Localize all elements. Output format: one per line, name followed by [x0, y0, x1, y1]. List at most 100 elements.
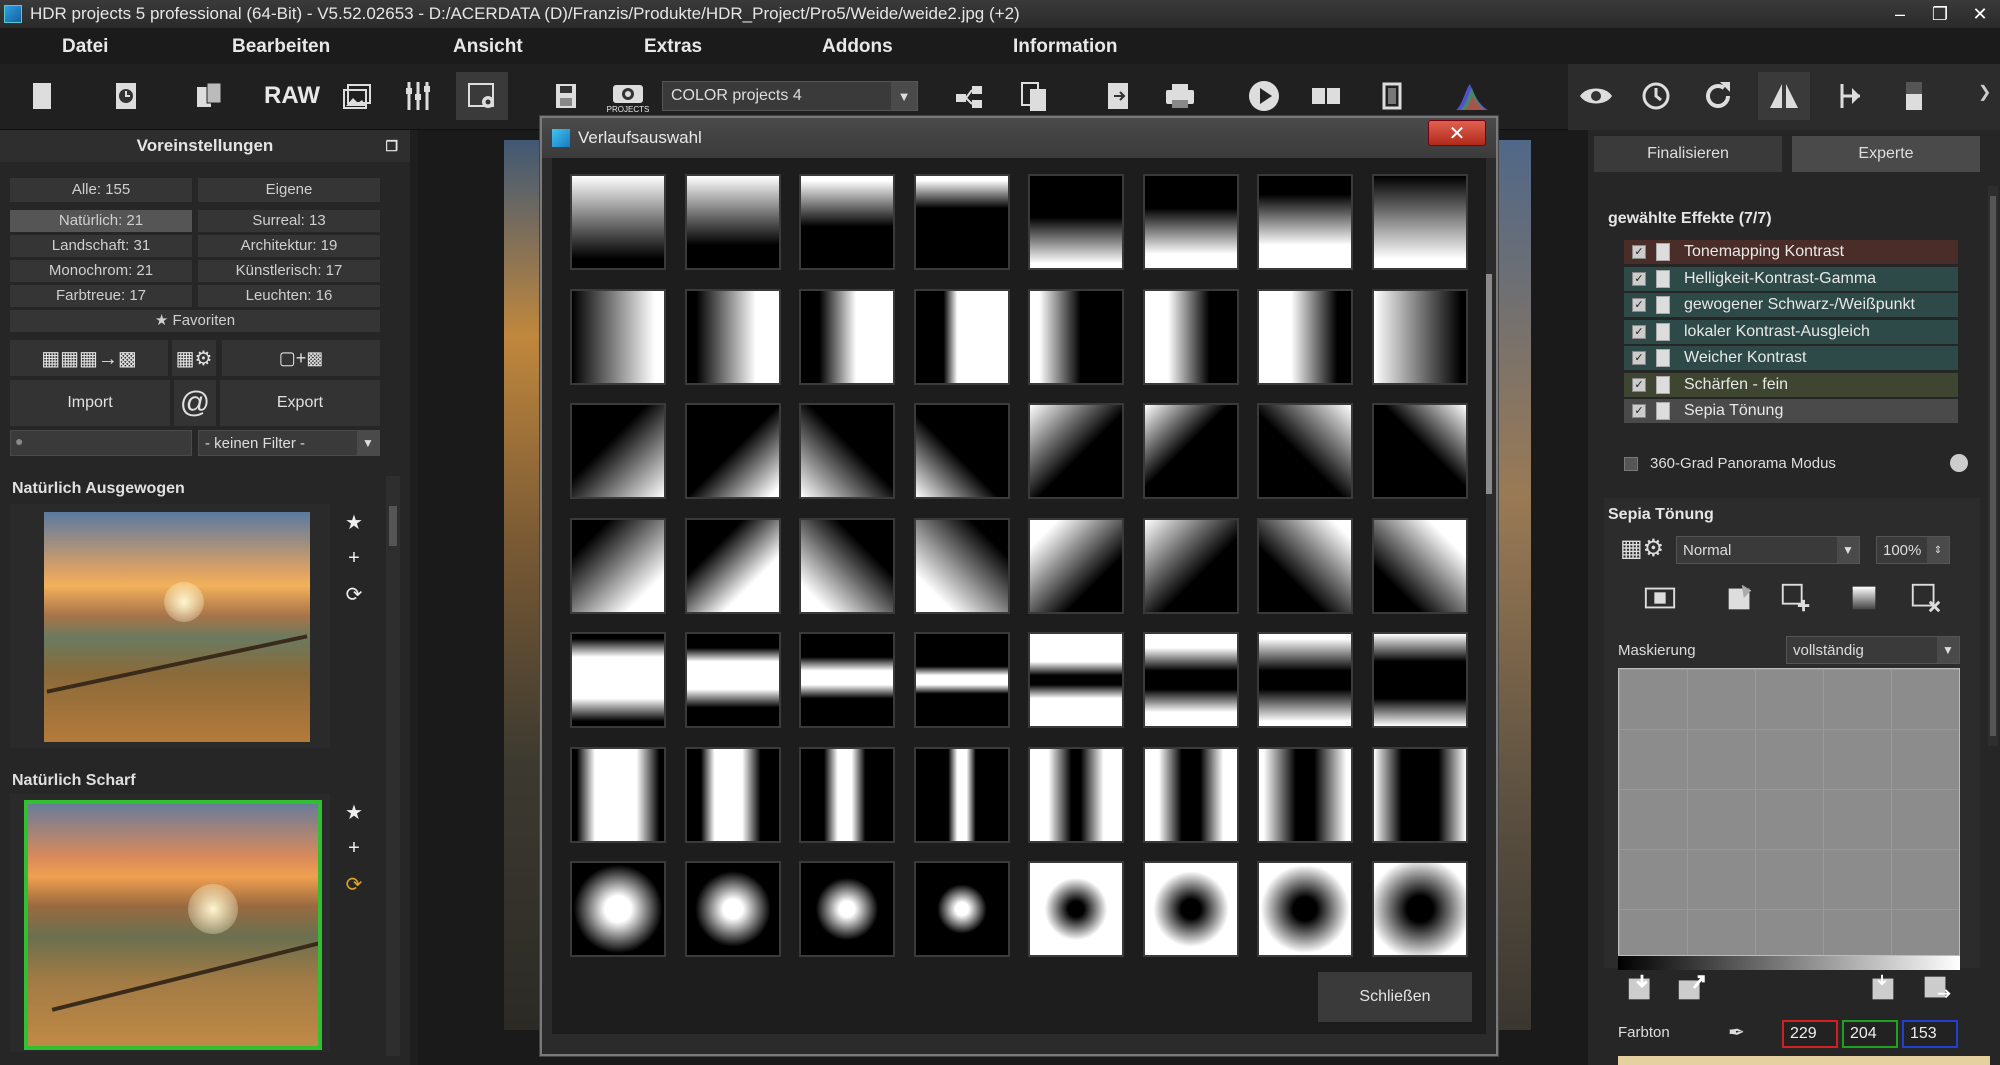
gradient-option[interactable] — [1257, 288, 1353, 385]
gradient-option[interactable] — [1371, 632, 1468, 728]
split-view-button[interactable] — [1758, 72, 1810, 120]
gradient-option[interactable] — [799, 632, 895, 728]
gradient-option[interactable] — [799, 517, 895, 614]
gradient-option[interactable] — [799, 861, 895, 957]
tools-button[interactable] — [392, 72, 444, 120]
flip-button[interactable] — [1824, 72, 1876, 120]
gradient-option[interactable] — [1028, 403, 1124, 499]
target-program-select[interactable]: COLOR projects 4 ▼ — [662, 81, 918, 111]
gradient-option[interactable] — [684, 403, 781, 499]
presets-settings-button[interactable] — [456, 72, 508, 120]
blend-mode-select[interactable]: Normal ▼ — [1676, 536, 1860, 564]
gradient-option[interactable] — [1028, 861, 1124, 957]
grid-settings-button[interactable]: ▦⚙ — [172, 340, 216, 376]
dialog-close-text-button[interactable]: Schließen — [1318, 972, 1472, 1022]
panorama-toggle[interactable] — [1950, 454, 1968, 472]
effect-row[interactable]: ✓ gewogener Schwarz-/Weißpunkt — [1624, 293, 1958, 317]
filter-select[interactable]: - keinen Filter - ▼ — [198, 430, 380, 456]
panorama-checkbox[interactable] — [1624, 457, 1638, 471]
maximize-icon[interactable]: ❐ — [1920, 0, 1960, 28]
crop-button[interactable] — [1366, 72, 1418, 120]
menu-bearbeiten[interactable]: Bearbeiten — [232, 36, 330, 58]
scrollbar-thumb[interactable] — [389, 506, 397, 546]
gradient-option[interactable] — [570, 746, 666, 843]
plus-icon[interactable]: + — [348, 547, 360, 570]
effect-checkbox[interactable]: ✓ — [1632, 298, 1646, 312]
mask-add-button[interactable] — [1776, 580, 1816, 616]
category-glow[interactable]: Leuchten: 16 — [198, 285, 380, 307]
category-surreal[interactable]: Surreal: 13 — [198, 210, 380, 232]
panel-scrollbar[interactable] — [1988, 186, 1998, 746]
green-value-field[interactable]: 204 — [1842, 1020, 1898, 1048]
add-preset-button[interactable]: ▢+▩ — [222, 340, 380, 376]
gradient-option[interactable] — [1028, 517, 1124, 614]
blue-value-field[interactable]: 153 — [1902, 1020, 1958, 1048]
gradient-option[interactable] — [1371, 746, 1468, 843]
gradient-option[interactable] — [570, 174, 666, 270]
category-landscape[interactable]: Landschaft: 31 — [10, 235, 192, 257]
gradient-option[interactable] — [684, 632, 781, 728]
export-file-button[interactable] — [1092, 72, 1144, 120]
gradient-option[interactable] — [799, 288, 895, 385]
menu-datei[interactable]: Datei — [62, 36, 108, 58]
menu-ansicht[interactable]: Ansicht — [453, 36, 523, 58]
projects-button[interactable]: PROJECTS — [602, 72, 654, 120]
gradient-option[interactable] — [913, 861, 1010, 957]
undock-icon[interactable]: ❐ — [385, 130, 398, 162]
eyedropper-icon[interactable]: ✒ — [1728, 1020, 1745, 1045]
dialog-close-button[interactable]: ✕ — [1428, 120, 1486, 146]
raw-button[interactable]: RAW — [264, 72, 320, 120]
category-natural[interactable]: Natürlich: 21 — [10, 210, 192, 232]
close-icon[interactable]: ✕ — [1960, 0, 2000, 28]
plus-icon[interactable]: + — [348, 837, 360, 860]
gradient-option[interactable] — [1257, 403, 1353, 499]
preset-search-input[interactable]: ● — [10, 430, 192, 456]
opacity-stepper[interactable]: 100% ⇕ — [1876, 536, 1950, 564]
gradient-option[interactable] — [1371, 174, 1468, 270]
layer-settings-icon[interactable]: ▦⚙ — [1620, 534, 1664, 563]
mask-edit-button[interactable] — [1720, 580, 1760, 616]
gradient-option[interactable] — [570, 632, 666, 728]
save-button[interactable] — [540, 72, 592, 120]
gradient-option[interactable] — [684, 517, 781, 614]
gradient-option[interactable] — [570, 288, 666, 385]
effect-row[interactable]: ✓ Helligkeit-Kontrast-Gamma — [1624, 266, 1958, 291]
gradient-option[interactable] — [799, 746, 895, 843]
gradient-option[interactable] — [570, 403, 666, 499]
minimize-icon[interactable]: – — [1880, 0, 1920, 28]
preset-list-scrollbar[interactable] — [386, 476, 400, 1056]
category-monochrome[interactable]: Monochrom: 21 — [10, 260, 192, 282]
export-button[interactable]: Export — [220, 380, 380, 426]
effect-checkbox[interactable]: ✓ — [1632, 245, 1646, 259]
gradient-option[interactable] — [1142, 632, 1239, 728]
category-own[interactable]: Eigene — [198, 178, 380, 202]
preset-card[interactable] — [10, 504, 330, 748]
effect-row[interactable]: ✓ Sepia Tönung — [1624, 399, 1958, 423]
copy-button[interactable] — [1008, 72, 1060, 120]
rotate-icon[interactable]: ⟳ — [346, 582, 363, 607]
gradient-option[interactable] — [1371, 517, 1468, 614]
slideshow-button[interactable] — [1238, 72, 1290, 120]
tab-finalize[interactable]: Finalisieren — [1594, 136, 1782, 172]
new-file-button[interactable] — [16, 72, 68, 120]
effect-row[interactable]: ✓ Tonemapping Kontrast — [1624, 240, 1958, 264]
gradient-option[interactable] — [913, 174, 1010, 270]
tab-expert[interactable]: Experte — [1792, 136, 1980, 172]
effect-row[interactable]: ✓ Schärfen - fein — [1624, 372, 1958, 397]
gradient-option[interactable] — [1257, 174, 1353, 270]
mask-preview[interactable] — [1618, 668, 1960, 956]
export-to-button[interactable] — [944, 72, 996, 120]
gradient-option[interactable] — [913, 288, 1010, 385]
email-button[interactable]: @ — [174, 380, 216, 426]
gradient-option[interactable] — [1028, 632, 1124, 728]
history-view-button[interactable] — [1630, 72, 1682, 120]
effect-checkbox[interactable]: ✓ — [1632, 404, 1646, 418]
gradient-option[interactable] — [799, 403, 895, 499]
gradient-option[interactable] — [1028, 746, 1124, 843]
category-all[interactable]: Alle: 155 — [10, 178, 192, 202]
gradient-option[interactable] — [1142, 861, 1239, 957]
gradient-option[interactable] — [913, 746, 1010, 843]
gradient-option[interactable] — [913, 403, 1010, 499]
dialog-scrollbar[interactable] — [1486, 274, 1492, 494]
star-icon[interactable]: ★ — [345, 800, 363, 825]
